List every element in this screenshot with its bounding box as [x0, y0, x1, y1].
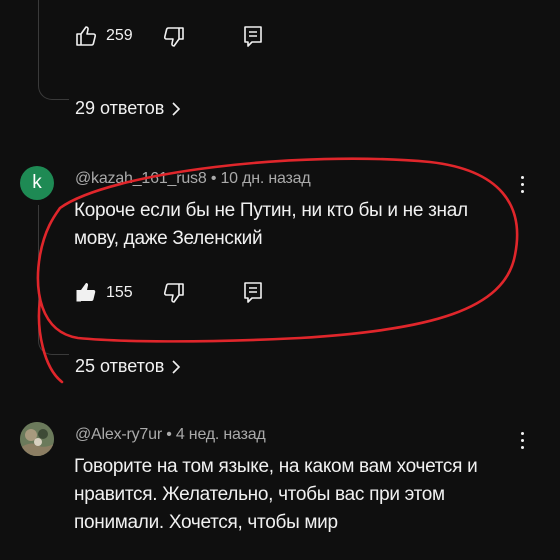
reply-button[interactable] [241, 280, 265, 304]
like-filled-icon [76, 283, 96, 302]
meta-separator: • [210, 170, 217, 187]
dislike-button[interactable] [162, 281, 186, 305]
more-options-button[interactable] [518, 176, 526, 198]
like-button[interactable] [74, 280, 98, 304]
meta-separator: • [166, 426, 172, 443]
dislike-icon [163, 27, 184, 47]
like-icon [76, 26, 97, 46]
dislike-icon [163, 283, 184, 303]
thread-line [38, 205, 39, 333]
avatar-photo [20, 422, 54, 456]
reply-icon [244, 282, 262, 303]
replies-label: 25 ответов [75, 356, 165, 376]
comment-time: 10 дн. назад [220, 170, 311, 187]
comment-time: 4 нед. назад [175, 426, 266, 443]
thread-line [38, 0, 39, 78]
comment-author[interactable]: @kazah_161_rus8 [75, 170, 207, 187]
reply-button[interactable] [241, 24, 265, 48]
like-count: 259 [106, 27, 133, 44]
chevron-right-icon [172, 359, 181, 374]
avatar-letter: k [32, 172, 42, 193]
view-replies-button[interactable]: 25 ответов [75, 356, 182, 377]
replies-label: 29 ответов [75, 98, 165, 118]
like-button[interactable] [74, 24, 98, 48]
comment-text: Короче если бы не Путин, ни кто бы и не … [74, 200, 468, 249]
like-count: 155 [106, 284, 133, 301]
view-replies-button[interactable]: 29 ответов [75, 98, 182, 119]
thread-connector [38, 332, 69, 355]
avatar[interactable]: k [20, 166, 54, 200]
avatar[interactable] [20, 422, 54, 456]
comment-meta: @kazah_161_rus8 • 10 дн. назад [75, 170, 311, 188]
comment-meta: @Alex-ry7ur • 4 нед. назад [75, 426, 266, 444]
chevron-right-icon [172, 101, 181, 116]
more-vert-icon [520, 176, 524, 179]
thread-connector [38, 77, 69, 100]
more-vert-icon [520, 432, 524, 435]
reply-icon [244, 26, 262, 47]
dislike-button[interactable] [162, 25, 186, 49]
comment-text: Говорите на том языке, на каком вам хоче… [74, 456, 478, 533]
more-options-button[interactable] [518, 432, 526, 454]
comment-author[interactable]: @Alex-ry7ur [75, 426, 162, 443]
